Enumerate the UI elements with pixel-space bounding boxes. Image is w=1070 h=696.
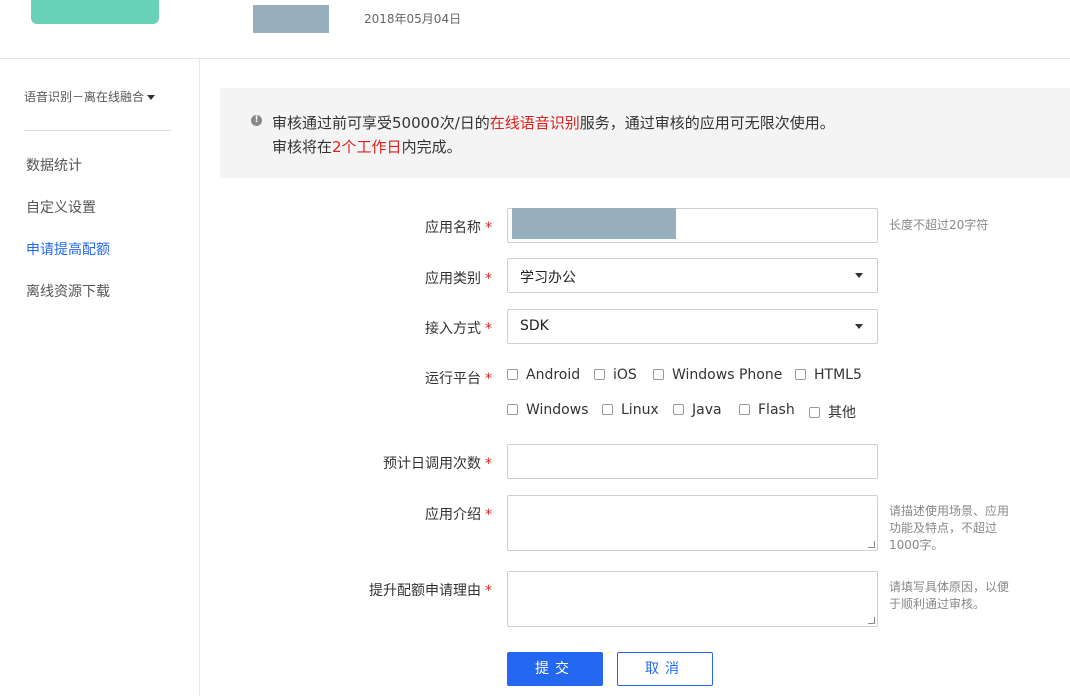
info-icon: !	[251, 115, 262, 126]
checkbox-icon[interactable]	[739, 404, 750, 415]
reason-label: 提升配额申请理由 *	[369, 580, 492, 600]
required-mark: *	[485, 371, 492, 387]
access-method-select[interactable]: SDK	[507, 309, 878, 344]
platform-checkbox-ios[interactable]: iOS	[594, 367, 637, 383]
checkbox-icon[interactable]	[673, 404, 684, 415]
access-method-value: SDK	[520, 318, 549, 334]
app-category-label: 应用类别 *	[425, 268, 492, 288]
sidebar-divider	[24, 130, 171, 131]
checkbox-icon[interactable]	[594, 369, 605, 380]
checkbox-label: Windows Phone	[672, 367, 783, 383]
label-text: 提升配额申请理由	[369, 583, 481, 599]
top-bar: 2018年05月04日	[0, 0, 1070, 59]
label-text: 应用介绍	[425, 507, 481, 523]
app-name-input[interactable]	[507, 208, 878, 243]
platform-checkbox-java[interactable]: Java	[673, 402, 722, 418]
notice-text: 内完成。	[401, 138, 462, 156]
platform-checkbox-windows-phone[interactable]: Windows Phone	[653, 367, 782, 383]
notice-panel: ! 审核通过前可享受50000次/日的在线语音识别服务，通过审核的应用可无限次使…	[220, 88, 1070, 178]
sidebar-item-data-statistics[interactable]: 数据统计	[26, 155, 82, 175]
label-text: 预计日调用次数	[383, 456, 481, 472]
checkbox-label: Windows	[526, 402, 589, 418]
platform-checkbox-flash[interactable]: Flash	[739, 402, 795, 418]
app-name-label: 应用名称 *	[425, 217, 492, 237]
checkbox-icon[interactable]	[795, 369, 806, 380]
app-category-value: 学习办公	[520, 270, 576, 286]
daily-calls-label: 预计日调用次数 *	[383, 453, 492, 473]
sidebar-item-custom-settings[interactable]: 自定义设置	[26, 197, 96, 217]
notice-text: 服务，通过审核的应用可无限次使用。	[579, 114, 835, 132]
notice-highlight: 2个工作日	[332, 138, 402, 156]
required-mark: *	[485, 456, 492, 472]
checkbox-label: HTML5	[814, 367, 862, 383]
platform-checkbox-windows[interactable]: Windows	[507, 402, 589, 418]
redacted-app-name	[512, 208, 676, 239]
app-selector-label: 语音识别－离在线融合	[24, 90, 145, 104]
hint-line: 请描述使用场景、应用	[889, 504, 1010, 518]
sidebar-item-offline-resources[interactable]: 离线资源下载	[26, 281, 110, 301]
hint-line: 于顺利通过审核。	[889, 597, 986, 611]
caret-down-icon	[855, 324, 863, 329]
checkbox-label: Java	[692, 402, 722, 418]
header-date: 2018年05月04日	[364, 12, 462, 26]
checkbox-label: Linux	[621, 402, 659, 418]
required-mark: *	[485, 583, 492, 599]
hint-line: 请填写具体原因，以便	[889, 580, 1010, 594]
app-category-select[interactable]: 学习办公	[507, 258, 878, 293]
checkbox-icon[interactable]	[507, 369, 518, 380]
notice-text: 审核将在	[272, 138, 333, 156]
sidebar: 语音识别－离在线融合 数据统计 自定义设置 申请提高配额 离线资源下载	[0, 59, 200, 696]
required-mark: *	[485, 271, 492, 287]
submit-button[interactable]: 提交	[507, 652, 603, 686]
app-intro-textarea[interactable]	[507, 495, 878, 551]
platform-checkbox-linux[interactable]: Linux	[602, 402, 659, 418]
required-mark: *	[485, 507, 492, 523]
reason-hint: 请填写具体原因，以便 于顺利通过审核。	[889, 579, 1009, 613]
label-text: 运行平台	[425, 371, 481, 387]
logo[interactable]	[31, 0, 159, 24]
resize-handle-icon[interactable]	[868, 617, 875, 624]
app-intro-hint: 请描述使用场景、应用 功能及特点，不超过 1000字。	[889, 503, 1009, 554]
notice-highlight: 在线语音识别	[489, 114, 580, 132]
hint-line: 1000字。	[889, 538, 944, 552]
label-text: 接入方式	[425, 321, 481, 337]
checkbox-icon[interactable]	[507, 404, 518, 415]
notice-line-1: 审核通过前可享受50000次/日的在线语音识别服务，通过审核的应用可无限次使用。	[272, 112, 835, 133]
notice-text: 审核通过前可享受50000次/日的	[272, 114, 490, 132]
reason-textarea[interactable]	[507, 571, 878, 627]
app-selector-dropdown[interactable]: 语音识别－离在线融合	[24, 88, 156, 105]
platform-checkbox-other[interactable]: 其他	[809, 402, 856, 422]
redacted-account-name	[253, 5, 329, 33]
checkbox-icon[interactable]	[602, 404, 613, 415]
platform-checkbox-html5[interactable]: HTML5	[795, 367, 862, 383]
hint-line: 功能及特点，不超过	[889, 521, 998, 535]
checkbox-icon[interactable]	[653, 369, 664, 380]
notice-line-2: 审核将在2个工作日内完成。	[272, 136, 462, 157]
app-intro-label: 应用介绍 *	[425, 504, 492, 524]
caret-down-icon	[147, 95, 156, 100]
resize-handle-icon[interactable]	[868, 541, 875, 548]
app-name-hint: 长度不超过20字符	[889, 218, 989, 232]
checkbox-icon[interactable]	[809, 407, 820, 418]
label-text: 应用类别	[425, 271, 481, 287]
sidebar-item-quota-request[interactable]: 申请提高配额	[26, 239, 110, 259]
label-text: 应用名称	[425, 220, 481, 236]
platform-checkbox-android[interactable]: Android	[507, 367, 580, 383]
cancel-button[interactable]: 取消	[617, 652, 713, 686]
checkbox-label: iOS	[613, 367, 637, 383]
required-mark: *	[485, 220, 492, 236]
checkbox-label: Android	[526, 367, 581, 383]
caret-down-icon	[855, 273, 863, 278]
checkbox-label: Flash	[758, 402, 795, 418]
required-mark: *	[485, 321, 492, 337]
daily-calls-input[interactable]	[507, 444, 878, 479]
checkbox-label: 其他	[828, 405, 856, 421]
platform-label: 运行平台 *	[425, 368, 492, 388]
access-method-label: 接入方式 *	[425, 318, 492, 338]
